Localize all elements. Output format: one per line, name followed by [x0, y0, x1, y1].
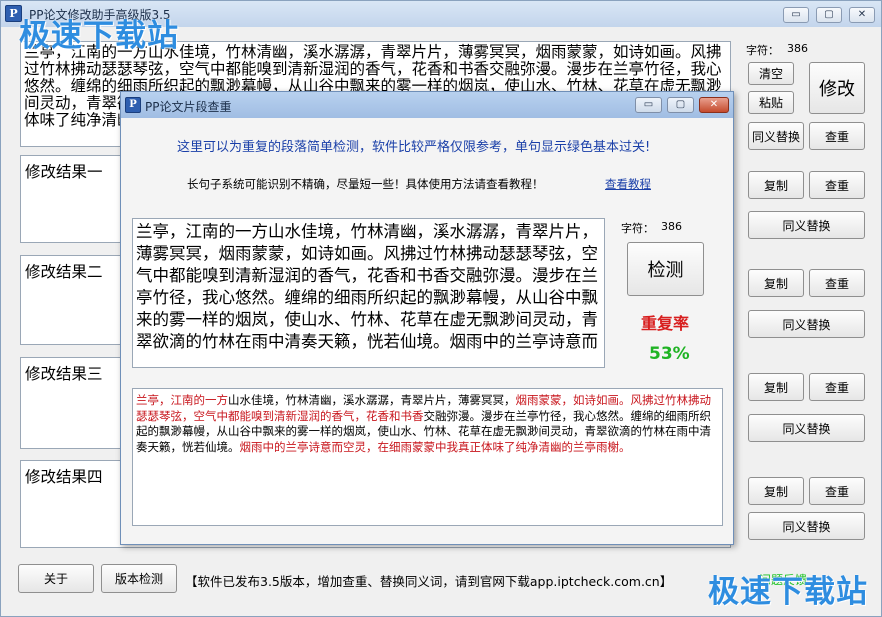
- result-label-1: 修改结果一: [25, 163, 103, 181]
- tutorial-link[interactable]: 查看教程: [605, 176, 651, 192]
- version-check-button[interactable]: 版本检测: [101, 564, 177, 593]
- close-icon[interactable]: ✕: [849, 7, 875, 23]
- modify-button[interactable]: 修改: [809, 62, 865, 114]
- detect-button[interactable]: 检测: [627, 242, 704, 296]
- synonym-button-3[interactable]: 同义替换: [748, 414, 865, 442]
- result-label-2: 修改结果二: [25, 263, 103, 281]
- dialog-notice: 这里可以为重复的段落简单检测，软件比较严格仅限参考，单句显示绿色基本过关!: [177, 140, 651, 155]
- copy-button-4[interactable]: 复制: [748, 477, 804, 505]
- check-result-pane[interactable]: 兰亭，江南的一方山水佳境，竹林清幽，溪水潺潺，青翠片片，薄雾冥冥，烟雨蒙蒙，如诗…: [132, 388, 723, 526]
- char-count-label: 字符：: [746, 44, 779, 57]
- paste-button[interactable]: 粘贴: [748, 91, 794, 114]
- dialog-hint: 长句子系统可能识别不精确，尽量短一些！具体使用方法请查看教程！: [187, 177, 544, 191]
- about-button[interactable]: 关于: [18, 564, 94, 593]
- footer-notice: 【软件已发布3.5版本，增加查重、替换同义词，请到官网下载app.iptchec…: [185, 574, 673, 589]
- dialog-close-icon[interactable]: ✕: [699, 97, 729, 113]
- check-button-2[interactable]: 查重: [809, 269, 865, 297]
- result-label-3: 修改结果三: [25, 365, 103, 383]
- minimize-icon[interactable]: ▭: [783, 7, 809, 23]
- synonym-button-source[interactable]: 同义替换: [748, 122, 804, 150]
- clear-button[interactable]: 清空: [748, 62, 794, 85]
- app-logo-icon: P: [5, 5, 22, 22]
- repeat-rate-value: 53%: [649, 344, 690, 364]
- duplicate-segment: 兰亭，江南的一方: [136, 393, 228, 407]
- duplicate-segment: 烟雨中的兰亭诗意而空灵，在细雨蒙蒙中我真正体味了纯净清幽的兰亭雨榭。: [239, 439, 631, 454]
- feedback-link[interactable]: 问题反馈: [759, 571, 807, 588]
- copy-button-2[interactable]: 复制: [748, 269, 804, 297]
- dialog-char-count-value: 386: [661, 220, 682, 233]
- check-button-4[interactable]: 查重: [809, 477, 865, 505]
- check-button-1[interactable]: 查重: [809, 171, 865, 199]
- copy-button-1[interactable]: 复制: [748, 171, 804, 199]
- dialog-input-text[interactable]: 兰亭，江南的一方山水佳境，竹林清幽，溪水潺潺，青翠片片，薄雾冥冥，烟雨蒙蒙，如诗…: [132, 218, 605, 368]
- dialog-title: PP论文片段查重: [145, 100, 232, 114]
- synonym-button-4[interactable]: 同义替换: [748, 512, 865, 540]
- synonym-button-2[interactable]: 同义替换: [748, 310, 865, 338]
- char-count-value: 386: [787, 42, 808, 55]
- dialog-char-count-label: 字符：: [621, 222, 654, 235]
- repeat-rate-label: 重复率: [641, 314, 690, 333]
- check-button-3[interactable]: 查重: [809, 373, 865, 401]
- copy-button-3[interactable]: 复制: [748, 373, 804, 401]
- passed-segment: 山水佳境，竹林清幽，溪水潺潺，青翠片片，薄雾冥冥，: [228, 393, 516, 407]
- window-title: PP论文修改助手高级版3.5: [29, 8, 171, 22]
- maximize-icon[interactable]: ▢: [816, 7, 842, 23]
- dialog-maximize-icon[interactable]: ▢: [667, 97, 694, 113]
- duplicate-check-dialog: P PP论文片段查重 ▭ ▢ ✕ 这里可以为重复的段落简单检测，软件比较严格仅限…: [120, 91, 734, 545]
- dialog-titlebar[interactable]: P PP论文片段查重 ▭ ▢ ✕: [121, 92, 733, 118]
- result-label-4: 修改结果四: [25, 468, 103, 486]
- dialog-logo-icon: P: [125, 97, 141, 113]
- synonym-button-1[interactable]: 同义替换: [748, 211, 865, 239]
- check-button-source[interactable]: 查重: [809, 122, 865, 150]
- main-titlebar[interactable]: P PP论文修改助手高级版3.5 ▭ ▢ ✕: [1, 1, 881, 27]
- dialog-minimize-icon[interactable]: ▭: [635, 97, 662, 113]
